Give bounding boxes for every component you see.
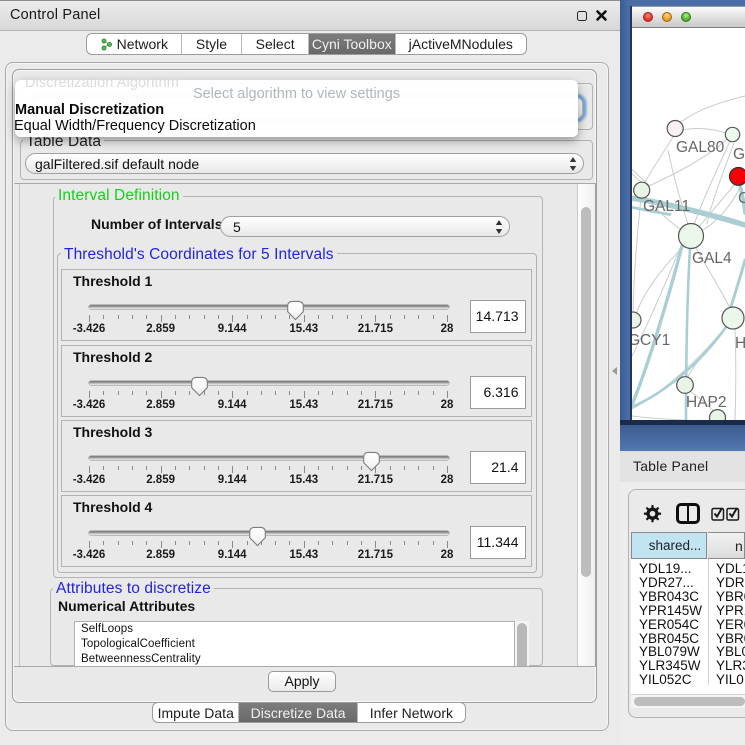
svg-text:C: C <box>738 190 745 207</box>
svg-text:GCY1: GCY1 <box>632 332 670 349</box>
svg-text:HAP2: HAP2 <box>686 394 727 411</box>
svg-text:GAL80: GAL80 <box>676 139 725 156</box>
svg-text:H: H <box>735 335 745 352</box>
svg-text:GAL4: GAL4 <box>692 250 732 267</box>
svg-text:GA: GA <box>733 146 745 163</box>
svg-text:GAL11: GAL11 <box>643 198 690 215</box>
